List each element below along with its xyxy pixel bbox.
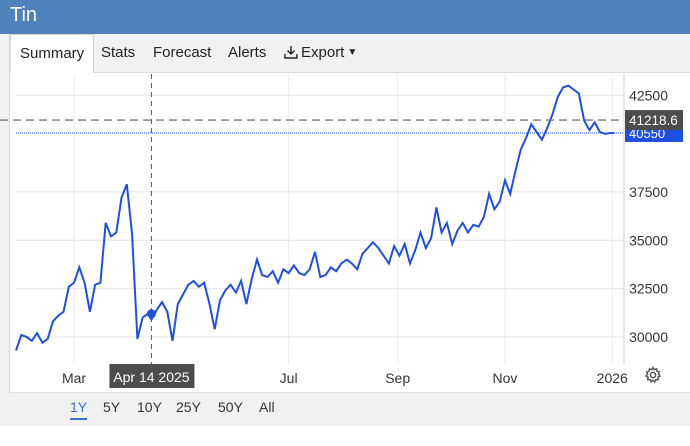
y-tick-label: 35000 [629,232,668,248]
y-tick-label: 42500 [629,87,668,103]
crosshair-y-label: 41218.6 [629,113,678,128]
range-25y[interactable]: 25Y [176,399,201,415]
range-1y[interactable]: 1Y [70,399,88,420]
crosshair-layer: 4055041218.6Apr 14 2025 [0,74,683,388]
crosshair-point-marker [146,309,156,319]
range-50y[interactable]: 50Y [218,399,243,415]
crosshair-x-label: Apr 14 2025 [113,369,189,385]
range-all[interactable]: All [259,399,275,415]
footer-strip [0,426,690,446]
range-5y[interactable]: 5Y [103,399,120,415]
y-tick-label: 30000 [629,329,668,345]
x-tick-label: Nov [492,370,517,386]
x-tick-label: Jul [280,370,298,386]
gridlines [16,74,624,364]
y-tick-label: 32500 [629,281,668,297]
axes: 30000 32500 35000 37500 42500 Mar Jul Sep Nov 202… [62,74,668,386]
range-10y[interactable]: 10Y [137,399,162,415]
settings-gear-icon[interactable] [644,366,662,384]
x-tick-label: 2026 [597,370,628,386]
y-tick-label: 37500 [629,184,668,200]
x-tick-label: Mar [62,370,86,386]
x-tick-label: Sep [385,370,410,386]
price-chart: 30000 32500 35000 37500 42500 Mar Jul Sep Nov 202… [0,74,683,388]
range-selector: 1Y 5Y 10Y 25Y 50Y All [9,392,690,427]
price-series-line [15,84,614,351]
